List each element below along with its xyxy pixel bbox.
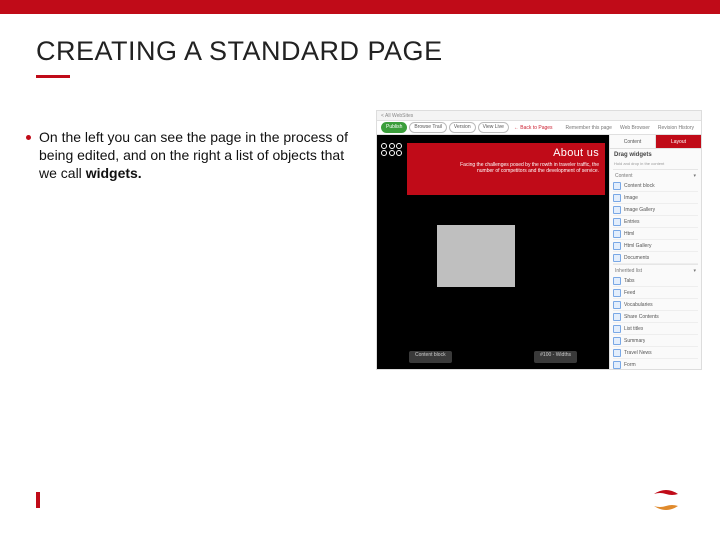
widget-label: Summary bbox=[624, 338, 645, 344]
social-icon[interactable] bbox=[389, 143, 395, 149]
widget-icon bbox=[613, 361, 621, 369]
widget-label: Html bbox=[624, 231, 634, 237]
social-icon[interactable] bbox=[389, 150, 395, 156]
widget-icon bbox=[613, 230, 621, 238]
social-icon[interactable] bbox=[381, 150, 387, 156]
widget-item[interactable]: Form bbox=[613, 359, 698, 369]
editor-footer: Content block #100 - Widths bbox=[409, 351, 577, 363]
widget-item[interactable]: Feed bbox=[613, 287, 698, 299]
chevron-down-icon: ▾ bbox=[693, 268, 696, 274]
bullet-text-bold: widgets. bbox=[86, 165, 142, 181]
widget-icon bbox=[613, 301, 621, 309]
widget-label: Travel News bbox=[624, 350, 652, 356]
hero-block[interactable]: About us Facing the challenges posed by … bbox=[407, 143, 605, 195]
widget-icon bbox=[613, 218, 621, 226]
widget-label: Form bbox=[624, 362, 636, 368]
widget-group-header[interactable]: Content ▾ bbox=[613, 169, 698, 180]
toolbar-tab[interactable]: Browse Trail bbox=[409, 122, 447, 133]
brand-logo-icon bbox=[648, 482, 684, 518]
widget-item[interactable]: List titles bbox=[613, 323, 698, 335]
toolbar-tab[interactable]: Version bbox=[449, 122, 476, 133]
embedded-screenshot: < All WebSites Publish Browse Trail Vers… bbox=[376, 110, 702, 370]
widget-label: Feed bbox=[624, 290, 635, 296]
widget-item[interactable]: Summary bbox=[613, 335, 698, 347]
group-label: Content bbox=[615, 173, 633, 179]
widget-label: Content block bbox=[624, 183, 655, 189]
social-icon[interactable] bbox=[381, 143, 387, 149]
widget-item[interactable]: Vocabularies bbox=[613, 299, 698, 311]
panel-tab-content[interactable]: Content bbox=[610, 135, 656, 148]
panel-heading: Drag widgets bbox=[610, 149, 701, 161]
social-icon[interactable] bbox=[396, 150, 402, 156]
widget-icon bbox=[613, 349, 621, 357]
widget-item[interactable]: Html Gallery bbox=[613, 240, 698, 252]
hero-subtitle: Facing the challenges posed by the rowth… bbox=[449, 162, 599, 174]
page-number-mark bbox=[36, 492, 40, 508]
widget-icon bbox=[613, 337, 621, 345]
social-icon[interactable] bbox=[396, 143, 402, 149]
group-label: Inherited list bbox=[615, 268, 642, 274]
widget-group-header[interactable]: Inherited list ▾ bbox=[613, 264, 698, 275]
widget-icon bbox=[613, 254, 621, 262]
social-icons bbox=[381, 143, 403, 156]
editor-canvas[interactable]: About us Facing the challenges posed by … bbox=[377, 135, 609, 369]
widget-icon bbox=[613, 182, 621, 190]
widget-item[interactable]: Tabs bbox=[613, 275, 698, 287]
widget-item[interactable]: Travel News bbox=[613, 347, 698, 359]
footer-chip-left[interactable]: Content block bbox=[409, 351, 452, 363]
slide-title: CREATING A STANDARD PAGE bbox=[36, 36, 443, 67]
shot-toolbar: Publish Browse Trail Version View Live ←… bbox=[377, 121, 701, 135]
widget-label: Image Gallery bbox=[624, 207, 655, 213]
widget-label: List titles bbox=[624, 326, 643, 332]
bullet-item: On the left you can see the page in the … bbox=[26, 128, 361, 183]
widget-icon bbox=[613, 325, 621, 333]
widget-label: Image bbox=[624, 195, 638, 201]
back-link[interactable]: ← Back to Pages bbox=[514, 125, 553, 131]
widget-label: Tabs bbox=[624, 278, 635, 284]
widget-item[interactable]: Entries bbox=[613, 216, 698, 228]
slide: CREATING A STANDARD PAGE On the left you… bbox=[0, 0, 720, 540]
widgets-panel: Content Layout Drag widgets Hold and dro… bbox=[609, 135, 701, 369]
toolbar-tab[interactable]: View Live bbox=[478, 122, 509, 133]
panel-tab-layout[interactable]: Layout bbox=[656, 135, 701, 148]
shot-main: About us Facing the challenges posed by … bbox=[377, 135, 701, 369]
title-underline bbox=[36, 75, 70, 78]
chevron-down-icon: ▾ bbox=[693, 173, 696, 179]
toolbar-link[interactable]: Remember this page bbox=[566, 125, 612, 131]
publish-button[interactable]: Publish bbox=[381, 122, 407, 133]
toolbar-link[interactable]: Web Browser bbox=[620, 125, 650, 131]
widget-item[interactable]: Documents bbox=[613, 252, 698, 264]
widget-item[interactable]: Share Contents bbox=[613, 311, 698, 323]
image-placeholder[interactable] bbox=[437, 225, 515, 287]
title-block: CREATING A STANDARD PAGE bbox=[36, 36, 443, 78]
widget-label: Html Gallery bbox=[624, 243, 652, 249]
widget-label: Vocabularies bbox=[624, 302, 653, 308]
widget-item[interactable]: Image bbox=[613, 192, 698, 204]
widget-icon bbox=[613, 313, 621, 321]
toolbar-link[interactable]: Revision History bbox=[658, 125, 694, 131]
breadcrumb[interactable]: < All WebSites bbox=[381, 113, 413, 119]
widget-icon bbox=[613, 206, 621, 214]
shot-breadcrumb-bar: < All WebSites bbox=[377, 111, 701, 121]
bullet-dot-icon bbox=[26, 135, 31, 140]
widget-icon bbox=[613, 242, 621, 250]
widget-item[interactable]: Html bbox=[613, 228, 698, 240]
top-accent-bar bbox=[0, 0, 720, 14]
widget-label: Share Contents bbox=[624, 314, 659, 320]
panel-tabs: Content Layout bbox=[610, 135, 701, 149]
widget-item[interactable]: Content block bbox=[613, 180, 698, 192]
panel-subheading: Hold and drop in the content bbox=[610, 161, 701, 169]
widget-item[interactable]: Image Gallery bbox=[613, 204, 698, 216]
footer-chip-right[interactable]: #100 - Widths bbox=[534, 351, 577, 363]
widget-icon bbox=[613, 277, 621, 285]
widget-label: Documents bbox=[624, 255, 649, 261]
hero-title: About us bbox=[553, 147, 599, 159]
widget-icon bbox=[613, 194, 621, 202]
widget-icon bbox=[613, 289, 621, 297]
bullet-list: On the left you can see the page in the … bbox=[26, 128, 361, 183]
widget-list: Content ▾ Content block Image Image Galle… bbox=[610, 169, 701, 369]
bullet-text: On the left you can see the page in the … bbox=[39, 128, 361, 183]
widget-label: Entries bbox=[624, 219, 640, 225]
